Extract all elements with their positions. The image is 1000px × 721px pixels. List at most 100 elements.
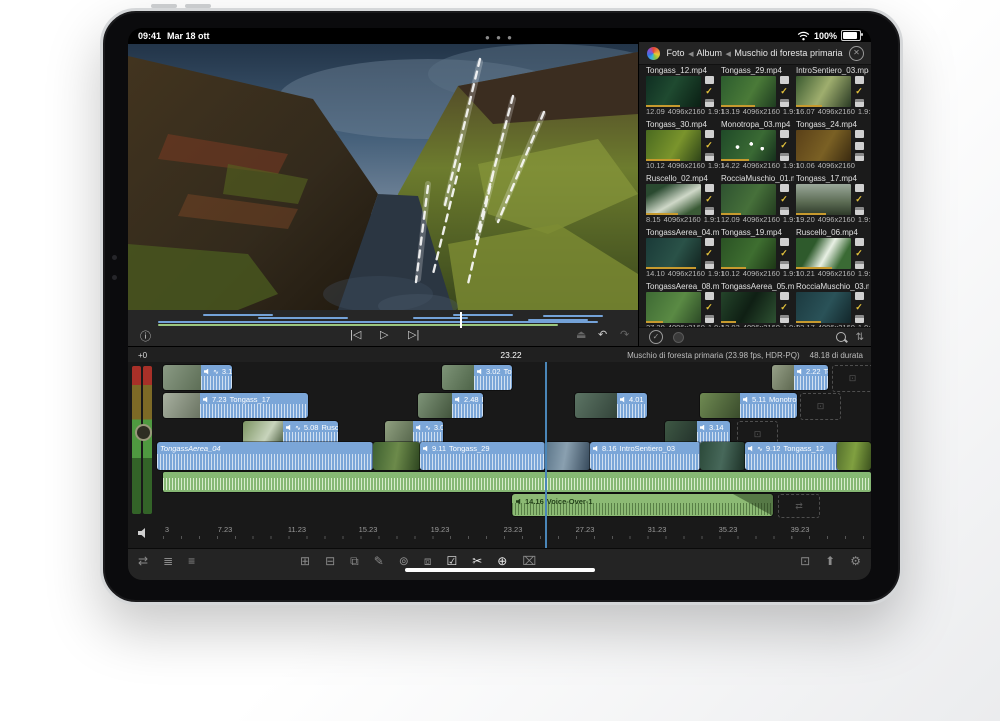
media-item[interactable]: Tongass_17.mp4 ✓ 19.204096x21601.9:1 — [796, 174, 869, 228]
media-thumbnail[interactable] — [646, 238, 701, 269]
photos-app-icon[interactable] — [647, 47, 660, 60]
volume-down-button[interactable] — [185, 4, 211, 8]
music-track[interactable] — [163, 472, 871, 492]
checkmark-icon[interactable]: ✓ — [780, 249, 788, 258]
checkmark-icon[interactable]: ✓ — [780, 195, 788, 204]
checkmark-icon[interactable]: ✓ — [780, 87, 788, 96]
photo-frame-icon[interactable] — [855, 292, 864, 300]
home-indicator[interactable] — [405, 568, 595, 572]
media-item[interactable]: Monotropa_03.mp4 ✓ 14.224096x21601.9:1 — [721, 120, 794, 174]
timeline-clip-main[interactable]: 8.16IntroSentiero_03 — [590, 442, 700, 470]
clapboard-icon[interactable] — [705, 99, 714, 107]
share-icon[interactable]: ⬆ — [825, 554, 835, 568]
clapboard-icon[interactable] — [855, 99, 864, 107]
clapboard-icon[interactable] — [855, 315, 864, 323]
voiceover-clip[interactable]: 14.16Voice-Over-1 — [512, 494, 773, 516]
photo-frame-icon[interactable] — [705, 238, 714, 246]
track-header-icon[interactable]: ≡ — [188, 554, 195, 568]
media-thumbnail[interactable] — [796, 292, 851, 323]
clapboard-icon[interactable] — [855, 261, 864, 269]
sort-icon[interactable]: ⇅ — [856, 332, 864, 343]
photo-frame-icon[interactable] — [855, 238, 864, 246]
clip-info-icon[interactable]: ≣ — [163, 554, 173, 568]
project-manager-icon[interactable]: ⇄ — [138, 554, 148, 568]
timeline-clip[interactable]: 2.48Rusc — [418, 393, 483, 418]
undo-button[interactable]: ↶ — [598, 328, 607, 341]
checkbox-empty-icon[interactable]: ✓ — [855, 142, 864, 150]
checkmark-icon[interactable]: ✓ — [780, 141, 788, 150]
snapshot-icon[interactable]: ⊚ — [399, 554, 409, 569]
edit-pencil-icon[interactable]: ✎ — [374, 554, 384, 569]
close-panel-icon[interactable]: ✕ — [849, 46, 864, 61]
photo-frame-icon[interactable] — [780, 184, 789, 192]
time-ruler[interactable]: 3 7.23 11.23 15.23 19.23 23.23 27.23 31.… — [163, 524, 871, 546]
clapboard-icon[interactable] — [780, 261, 789, 269]
photo-frame-icon[interactable] — [780, 292, 789, 300]
playhead[interactable] — [545, 362, 547, 548]
audio-placeholder[interactable]: ⇄ — [778, 494, 820, 518]
media-item[interactable]: Tongass_24.mp4 ✓ 10.064096x2160 — [796, 120, 869, 174]
media-thumbnail[interactable] — [721, 76, 776, 107]
checkmark-icon[interactable]: ✓ — [780, 303, 788, 312]
photo-frame-icon[interactable] — [855, 76, 864, 84]
skip-back-button[interactable]: |◁ — [350, 328, 361, 341]
timeline-clip-thumb[interactable] — [373, 442, 420, 470]
media-thumbnail[interactable] — [796, 76, 851, 107]
media-thumbnail[interactable] — [646, 184, 701, 215]
checkmark-icon[interactable]: ✓ — [855, 249, 863, 258]
search-icon[interactable] — [836, 332, 846, 342]
timeline-clip[interactable]: 7.23Tongass_17 — [163, 393, 308, 418]
photo-frame-icon[interactable] — [780, 238, 789, 246]
overlay-placeholder[interactable]: ⊡ — [832, 365, 871, 392]
breadcrumb-album[interactable]: Album — [696, 48, 722, 58]
photo-frame-icon[interactable] — [705, 184, 714, 192]
timeline-overview[interactable] — [158, 313, 618, 327]
timeline-clip[interactable]: 2.22Tonga — [772, 365, 828, 390]
media-thumbnail[interactable] — [721, 292, 776, 323]
clapboard-icon[interactable] — [705, 153, 714, 161]
media-item[interactable]: Tongass_12.mp4 ✓ 12.094096x21601.9:1 — [646, 66, 719, 120]
clapboard-icon[interactable] — [780, 99, 789, 107]
checkmark-icon[interactable]: ✓ — [705, 249, 713, 258]
photo-frame-icon[interactable] — [855, 184, 864, 192]
skip-forward-button[interactable]: ▷| — [408, 328, 419, 341]
photo-frame-icon[interactable] — [705, 130, 714, 138]
timeline-clip-main[interactable]: 9.11Tongass_29 — [420, 442, 545, 470]
clapboard-icon[interactable] — [780, 153, 789, 161]
settings-gear-icon[interactable]: ⚙ — [850, 554, 861, 568]
multi-select-tool-icon[interactable]: ☑ — [446, 554, 457, 569]
media-thumbnail[interactable] — [646, 76, 701, 107]
media-thumbnail[interactable] — [721, 184, 776, 215]
clapboard-icon[interactable] — [780, 207, 789, 215]
clapboard-icon[interactable] — [705, 207, 714, 215]
timeline-clip-thumb[interactable] — [700, 442, 745, 470]
clapboard-icon[interactable] — [705, 261, 714, 269]
redo-button[interactable]: ↷ — [620, 328, 629, 341]
media-thumbnail[interactable] — [646, 292, 701, 323]
checkmark-icon[interactable]: ✓ — [855, 303, 863, 312]
split-scissors-icon[interactable]: ✂ — [472, 554, 482, 569]
link-clips-icon[interactable]: ⧉ — [350, 554, 359, 569]
timeline-clip-main[interactable]: TongassAerea_04 — [157, 442, 373, 470]
checkmark-icon[interactable]: ✓ — [705, 141, 713, 150]
timeline-clip[interactable]: 3.02Tongas — [442, 365, 512, 390]
timeline-clip-thumb[interactable] — [837, 442, 871, 470]
breadcrumb-root[interactable]: Foto — [667, 48, 685, 58]
clapboard-icon[interactable] — [780, 315, 789, 323]
video-preview[interactable] — [128, 44, 638, 310]
media-item[interactable]: Tongass_30.mp4 ✓ 10.124096x21601.9:1 — [646, 120, 719, 174]
media-thumbnail[interactable] — [721, 238, 776, 269]
dual-display-icon[interactable]: ⊡ — [800, 554, 810, 568]
clapboard-icon[interactable] — [855, 153, 864, 161]
paste-attributes-icon[interactable]: ⧈ — [424, 554, 432, 569]
media-item[interactable]: IntroSentiero_03.mp4 ✓ 16.074096x21601.9… — [796, 66, 869, 120]
volume-up-button[interactable] — [151, 4, 177, 8]
clapboard-icon[interactable] — [705, 315, 714, 323]
media-item[interactable]: TongassAerea_04.mp4 ✓ 14.104096x21601.9:… — [646, 228, 719, 282]
photo-frame-icon[interactable] — [780, 76, 789, 84]
speaker-icon[interactable] — [138, 528, 148, 538]
media-item[interactable]: RocciaMuschio_01.mp4 ✓ 12.094096x21601.9… — [721, 174, 794, 228]
media-thumbnail[interactable] — [796, 130, 851, 161]
media-thumbnail[interactable] — [646, 130, 701, 161]
overwrite-clip-icon[interactable]: ⊟ — [325, 554, 335, 569]
